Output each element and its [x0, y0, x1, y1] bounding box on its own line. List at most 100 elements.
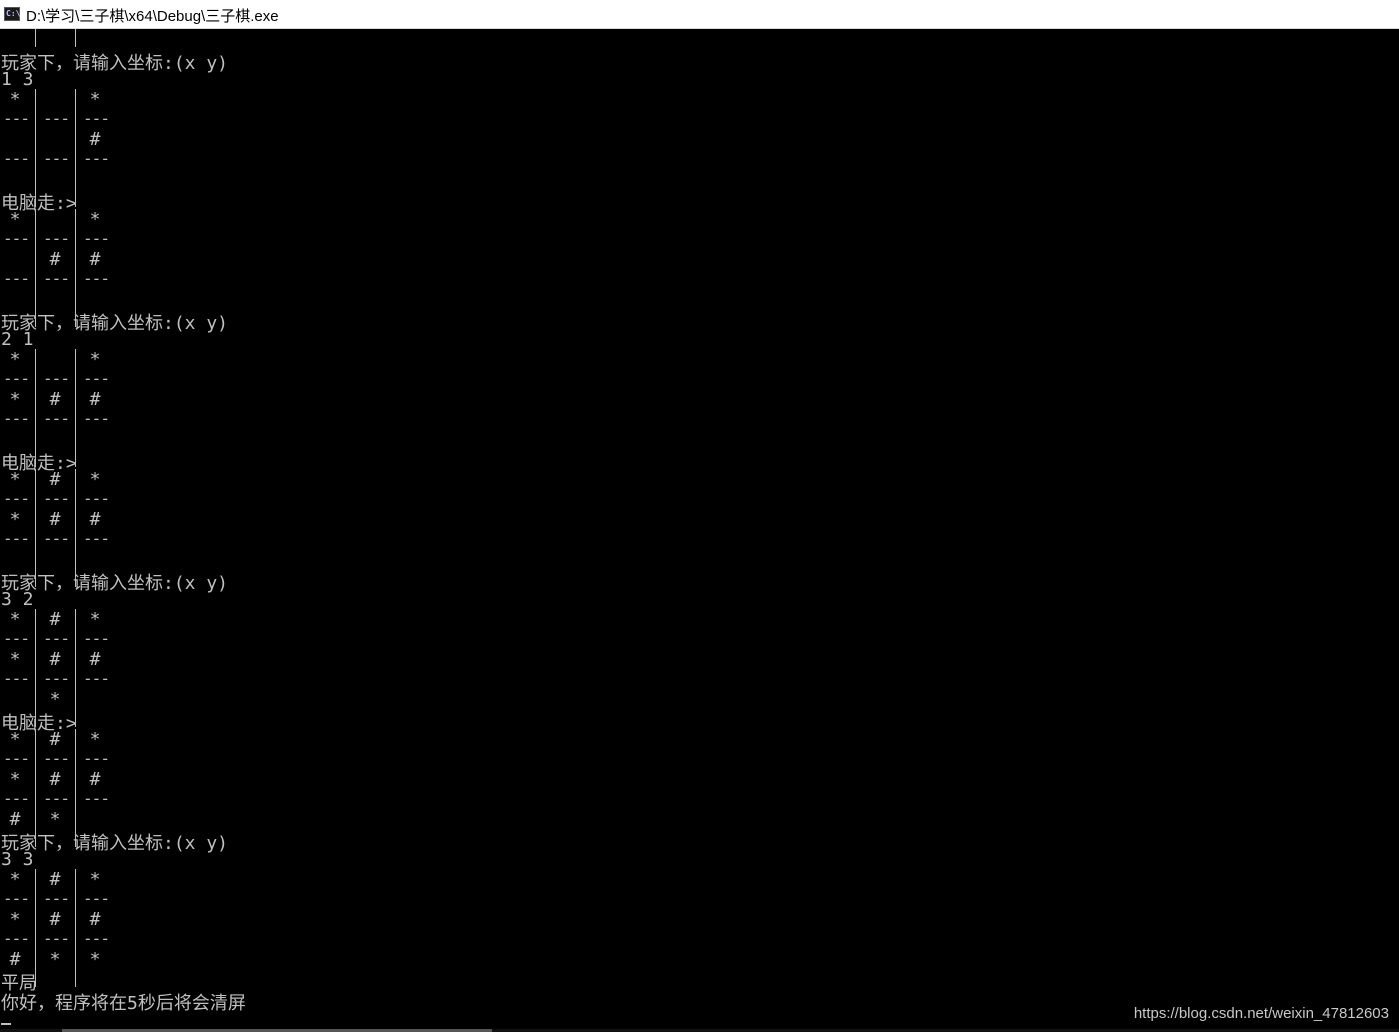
separator-dashes: --- — [43, 669, 70, 688]
board-cell: # — [89, 769, 101, 790]
separator-dashes: --- — [83, 149, 110, 168]
board-separator: --- --- --- — [0, 929, 120, 949]
board-cell — [75, 429, 115, 449]
board-cell: # — [49, 649, 61, 670]
separator-dashes: --- — [83, 229, 110, 248]
separator-dashes: --- — [83, 629, 110, 648]
board-divider — [75, 29, 76, 47]
board-cell — [0, 249, 35, 269]
board-cell: * — [9, 469, 21, 490]
board-cell: # — [49, 509, 61, 530]
board-cell: # — [49, 869, 61, 890]
separator-dashes: --- — [3, 749, 30, 768]
board-row: * # * — [0, 609, 120, 630]
separator-dashes: --- — [43, 369, 70, 388]
board-cell — [75, 809, 115, 829]
window-title: D:\学习\三子棋\x64\Debug\三子棋.exe — [26, 8, 279, 25]
board-cell — [35, 89, 75, 109]
window-titlebar[interactable]: C:\ D:\学习\三子棋\x64\Debug\三子棋.exe — [0, 0, 1399, 29]
board-row: * * — [0, 209, 120, 230]
board-row — [0, 289, 120, 309]
board-cell: # — [49, 609, 61, 630]
separator-dashes: --- — [83, 929, 110, 948]
watermark-url: https://blog.csdn.net/weixin_47812603 — [1133, 1005, 1389, 1022]
board-cell: # — [89, 909, 101, 930]
board-cell: * — [9, 609, 21, 630]
board-cell: * — [89, 469, 101, 490]
separator-dashes: --- — [3, 929, 30, 948]
separator-dashes: --- — [43, 149, 70, 168]
board-cell: * — [89, 949, 101, 970]
board-separator: --- --- --- — [0, 269, 120, 289]
board-row: * # * — [0, 869, 120, 890]
board-cell: * — [9, 349, 21, 370]
console-output[interactable]: 玩家下，请输入坐标:(x y) 1 3 * * --- --- --- # --- --- --… — [0, 29, 1399, 1032]
separator-dashes: --- — [83, 369, 110, 388]
console-line: 电脑走:> — [1, 193, 77, 214]
board-cell: * — [49, 949, 61, 970]
board-cell: * — [49, 809, 61, 830]
separator-dashes: --- — [43, 269, 70, 288]
board-separator: --- --- --- — [0, 369, 120, 389]
separator-dashes: --- — [3, 149, 30, 168]
separator-dashes: --- — [43, 489, 70, 508]
separator-dashes: --- — [3, 269, 30, 288]
board-separator: --- --- --- — [0, 529, 120, 549]
board-cell: * — [89, 869, 101, 890]
board-cell: * — [89, 729, 101, 750]
separator-dashes: --- — [43, 629, 70, 648]
separator-dashes: --- — [43, 889, 70, 908]
board-cell: # — [49, 909, 61, 930]
board-row: # * * — [0, 949, 120, 970]
board-cell: * — [89, 209, 101, 230]
separator-dashes: --- — [83, 409, 110, 428]
board-separator: --- --- --- — [0, 109, 120, 129]
board-cell: # — [49, 249, 61, 270]
separator-dashes: --- — [3, 629, 30, 648]
board-row: * # * — [0, 469, 120, 490]
board-cell: * — [9, 649, 21, 670]
board-cell: * — [9, 89, 21, 110]
separator-dashes: --- — [43, 929, 70, 948]
board-cell — [35, 129, 75, 149]
board-cell — [0, 549, 35, 569]
board-cell: # — [49, 769, 61, 790]
separator-dashes: --- — [3, 889, 30, 908]
board-separator: --- --- --- — [0, 789, 120, 809]
console-app-icon: C:\ — [4, 7, 20, 21]
board-cell — [35, 349, 75, 369]
separator-dashes: --- — [83, 269, 110, 288]
board-row: * — [0, 689, 120, 710]
board-cell: * — [9, 909, 21, 930]
board-row — [0, 429, 120, 449]
board-cell: * — [9, 729, 21, 750]
console-line: 玩家下，请输入坐标:(x y) — [1, 313, 229, 334]
board-row — [0, 169, 120, 189]
separator-dashes: --- — [3, 489, 30, 508]
separator-dashes: --- — [83, 889, 110, 908]
board-separator: --- --- --- — [0, 149, 120, 169]
board-cell: # — [49, 389, 61, 410]
board-cell — [75, 689, 115, 709]
board-cell — [35, 289, 75, 309]
board-cell — [75, 549, 115, 569]
console-line: 你好，程序将在5秒后将会清屏 — [1, 993, 246, 1014]
board-cell: # — [49, 469, 61, 490]
board-row: * # # — [0, 509, 120, 530]
separator-dashes: --- — [43, 109, 70, 128]
separator-dashes: --- — [43, 409, 70, 428]
board-cell: # — [9, 809, 21, 830]
separator-dashes: --- — [83, 749, 110, 768]
board-row: * # * — [0, 729, 120, 750]
board-cell — [0, 169, 35, 189]
console-line: 3 2 — [1, 589, 34, 610]
board-cell — [35, 549, 75, 569]
separator-dashes: --- — [83, 529, 110, 548]
board-cell — [75, 289, 115, 309]
board-separator: --- --- --- — [0, 489, 120, 509]
board-cell: * — [89, 89, 101, 110]
board-row: * # # — [0, 649, 120, 670]
board-cell: * — [9, 509, 21, 530]
separator-dashes: --- — [43, 529, 70, 548]
board-cell: * — [9, 209, 21, 230]
